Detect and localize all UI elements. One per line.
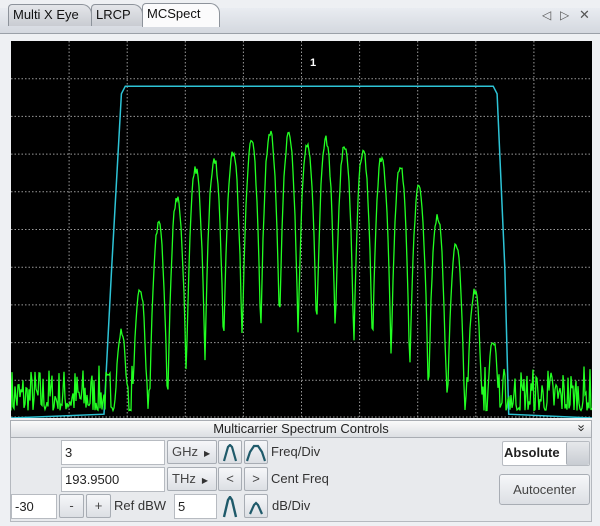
freq-div-unit: GHz: [172, 444, 198, 459]
absolute-toggle[interactable]: Absolute: [502, 441, 590, 466]
ref-plus-button[interactable]: +: [86, 494, 111, 518]
freq-div-unit-button[interactable]: GHz ▶: [167, 440, 217, 464]
cent-freq-input[interactable]: 193.9500: [61, 467, 165, 492]
caret-right-icon: ▶: [201, 476, 208, 485]
short-peak-icon: [248, 501, 264, 515]
tall-peak-button[interactable]: [218, 494, 242, 518]
freq-div-input[interactable]: 3: [61, 440, 165, 465]
cent-freq-left-button[interactable]: <: [218, 467, 242, 491]
narrow-peak-icon: [222, 443, 238, 462]
cent-freq-right-button[interactable]: >: [244, 467, 268, 491]
autocenter-button[interactable]: Autocenter: [499, 474, 590, 505]
wide-freq-button[interactable]: [244, 440, 268, 464]
tall-peak-icon: [222, 494, 238, 518]
wide-peak-icon: [245, 444, 267, 462]
cent-freq-unit-button[interactable]: THz ▶: [167, 467, 217, 491]
tab-multi-x-eye[interactable]: Multi X Eye: [8, 4, 92, 26]
ref-minus-button[interactable]: -: [59, 494, 84, 518]
ref-dbw-label: Ref dBW: [114, 498, 167, 513]
toggle-knob[interactable]: [566, 442, 589, 465]
collapse-icon[interactable]: »: [573, 424, 589, 431]
absolute-label: Absolute: [504, 445, 560, 460]
db-div-input[interactable]: 5: [174, 494, 217, 519]
controls-title: Multicarrier Spectrum Controls: [213, 421, 389, 436]
spectrum-chart: 1: [11, 41, 592, 418]
tab-mcspect[interactable]: MCSpect: [142, 3, 220, 27]
freq-div-label: Freq/Div: [271, 444, 321, 459]
scroll-right-icon[interactable]: ▷: [560, 8, 569, 22]
cent-freq-unit: THz: [172, 471, 196, 486]
ref-level-input[interactable]: -30: [11, 494, 57, 519]
scroll-left-icon[interactable]: ◁: [542, 8, 551, 22]
narrow-freq-button[interactable]: [218, 440, 242, 464]
caret-right-icon: ▶: [204, 449, 211, 458]
marker-label: 1: [310, 57, 316, 69]
short-peak-button[interactable]: [244, 494, 268, 518]
close-icon[interactable]: ✕: [579, 7, 590, 23]
spectrum-plot: 1: [11, 41, 592, 418]
cent-freq-label: Cent Freq: [271, 471, 329, 486]
controls-header[interactable]: Multicarrier Spectrum Controls »: [10, 420, 592, 438]
db-div-label: dB/Div: [272, 498, 311, 513]
tab-lrcp[interactable]: LRCP: [91, 4, 143, 26]
